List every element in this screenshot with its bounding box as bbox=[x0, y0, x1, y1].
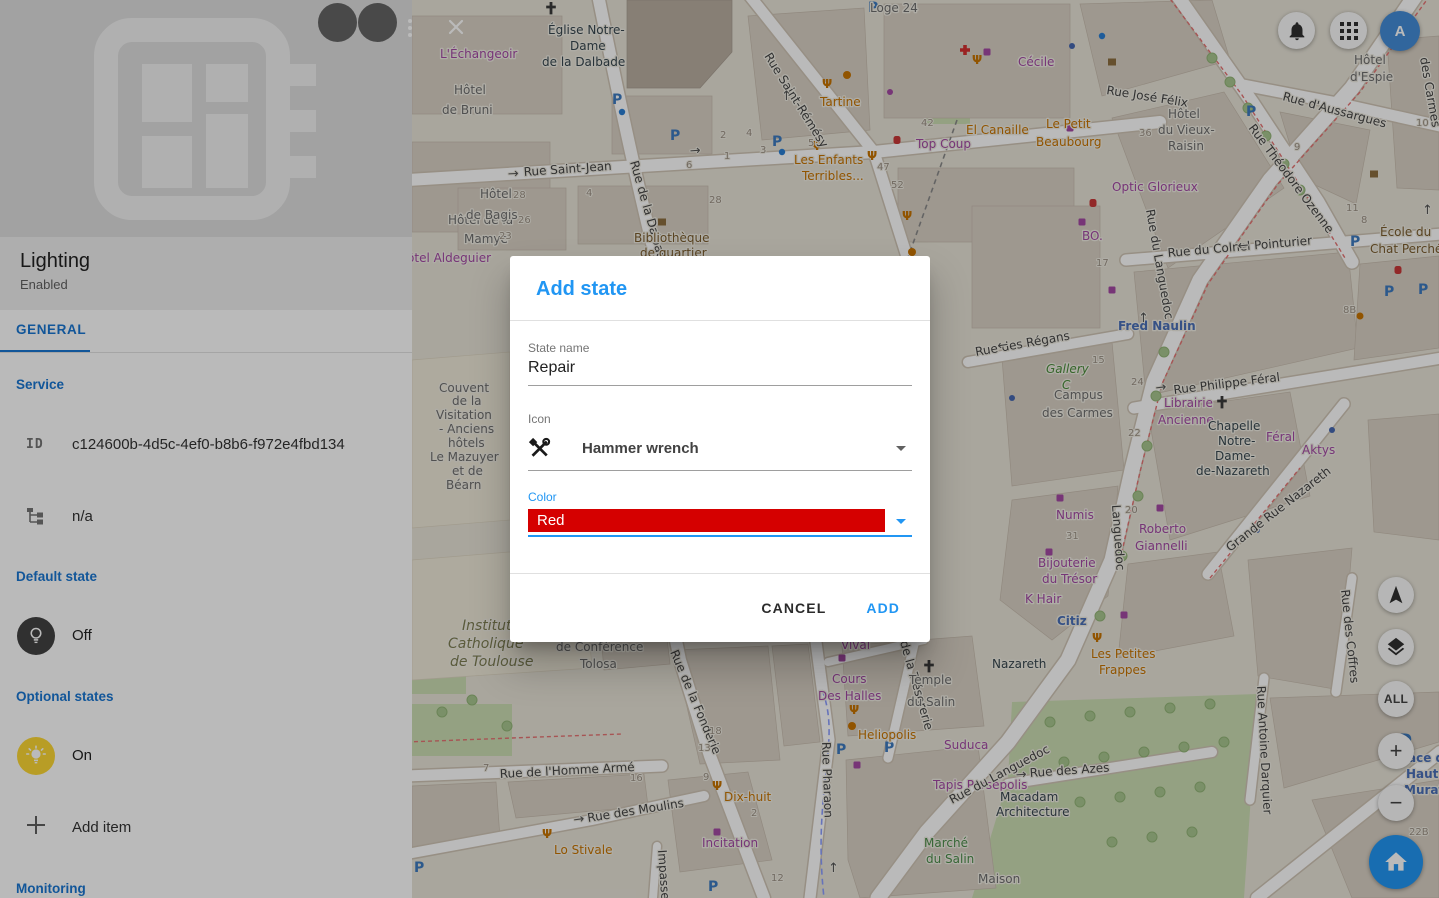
state-name-input[interactable]: Repair bbox=[528, 355, 912, 386]
chevron-down-icon bbox=[896, 446, 906, 451]
dialog-title: Add state bbox=[510, 256, 930, 321]
icon-label: Icon bbox=[528, 412, 912, 426]
add-state-dialog: Add state State name Repair Icon Hammer … bbox=[510, 256, 930, 642]
color-label: Color bbox=[528, 490, 912, 504]
dialog-actions: CANCEL ADD bbox=[510, 573, 930, 642]
icon-field: Icon Hammer wrench bbox=[528, 412, 912, 471]
icon-select[interactable]: Hammer wrench bbox=[528, 426, 912, 471]
color-value-text: Red bbox=[537, 512, 565, 529]
color-field-value[interactable]: Red bbox=[528, 509, 885, 532]
icon-value: Hammer wrench bbox=[582, 440, 699, 457]
state-name-label: State name bbox=[528, 341, 912, 355]
cancel-button[interactable]: CANCEL bbox=[747, 590, 840, 626]
color-field-underline bbox=[528, 535, 912, 537]
color-field: Color Red bbox=[528, 490, 912, 537]
chevron-down-icon-blue[interactable] bbox=[896, 519, 906, 524]
state-name-field: State name Repair bbox=[528, 341, 912, 386]
hammer-wrench-icon bbox=[528, 437, 551, 460]
add-button[interactable]: ADD bbox=[852, 590, 914, 626]
